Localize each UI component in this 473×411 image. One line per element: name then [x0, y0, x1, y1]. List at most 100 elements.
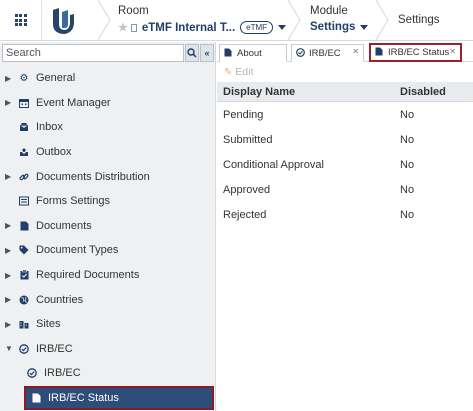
breadcrumb-separator — [288, 0, 301, 40]
sidebar-item-label: Inbox — [36, 121, 63, 134]
sidebar-item-label: IRB/EC Status — [48, 392, 119, 405]
cell-disabled: No — [400, 184, 415, 197]
collapse-sidebar-button[interactable]: « — [200, 44, 214, 62]
expand-arrow-icon[interactable]: ▶ — [5, 295, 15, 304]
module-value: Settings — [310, 21, 356, 33]
sidebar-item-irb-ec-child[interactable]: IRB/EC — [0, 361, 216, 386]
table-row[interactable]: Approved No — [217, 178, 473, 203]
module-selector[interactable]: Module Settings — [310, 5, 369, 33]
status-grid: Display Name Disabled Pending No Submitt… — [217, 82, 473, 228]
sidebar-search: « — [2, 44, 214, 62]
sidebar-item-required-documents[interactable]: ▶ Required Documents — [0, 263, 216, 288]
cell-disabled: No — [400, 209, 415, 222]
tab-label: IRB/EC — [309, 48, 341, 59]
sidebar-item-label: Forms Settings — [36, 195, 110, 208]
edit-label: Edit — [235, 66, 254, 78]
tab-irb-ec-status[interactable]: IRB/EC Status ✕ — [369, 43, 462, 62]
sidebar-item-label: General — [36, 72, 76, 85]
pencil-icon: ✎ — [224, 66, 233, 78]
app-menu-button[interactable] — [0, 0, 42, 40]
grid-header: Display Name Disabled — [217, 82, 473, 102]
cell-display-name: Conditional Approval — [223, 158, 324, 171]
expand-arrow-icon[interactable]: ▶ — [5, 74, 15, 83]
sidebar-item-event-manager[interactable]: ▶ Event Manager — [0, 91, 216, 116]
sidebar: « ▶ ⚙ General ▶ Event Manager Inbox — [0, 42, 216, 411]
search-icon — [187, 48, 197, 58]
table-row[interactable]: Pending No — [217, 102, 473, 127]
sidebar-item-irb-ec-status[interactable]: IRB/EC Status — [24, 385, 214, 411]
cell-disabled: No — [400, 158, 415, 171]
tab-label: IRB/EC Status — [388, 47, 450, 58]
document-icon — [18, 220, 30, 232]
table-row[interactable]: Rejected No — [217, 203, 473, 228]
double-chevron-left-icon: « — [204, 48, 210, 58]
tab-about[interactable]: About — [219, 44, 287, 62]
sidebar-item-outbox[interactable]: Outbox — [0, 140, 216, 165]
column-header-disabled[interactable]: Disabled — [395, 86, 473, 98]
sidebar-nav: ▶ ⚙ General ▶ Event Manager Inbox Outbox — [0, 66, 216, 411]
expand-arrow-icon[interactable]: ▶ — [5, 320, 15, 329]
document-icon — [224, 48, 234, 59]
sidebar-item-documents[interactable]: ▶ Documents — [0, 214, 216, 239]
cell-display-name: Submitted — [223, 133, 273, 146]
close-icon[interactable]: ✕ — [449, 47, 456, 56]
sidebar-item-label: Document Types — [36, 244, 119, 257]
page-crumb: Settings — [398, 14, 440, 26]
collapse-arrow-icon[interactable]: ▼ — [5, 344, 15, 353]
breadcrumb-separator — [98, 0, 111, 40]
document-icon — [30, 392, 42, 404]
circle-check-icon — [18, 343, 30, 355]
clipboard-icon — [18, 269, 30, 281]
link-icon — [18, 171, 30, 183]
expand-arrow-icon[interactable]: ▶ — [5, 98, 15, 107]
chevron-down-icon — [278, 25, 287, 30]
tab-label: About — [237, 48, 262, 59]
room-document-icon — [130, 23, 137, 32]
sidebar-item-inbox[interactable]: Inbox — [0, 115, 216, 140]
cell-disabled: No — [400, 108, 415, 121]
expand-arrow-icon[interactable]: ▶ — [5, 172, 15, 181]
table-row[interactable]: Conditional Approval No — [217, 152, 473, 177]
close-icon[interactable]: ✕ — [352, 47, 359, 56]
column-header-display-name[interactable]: Display Name — [217, 86, 395, 98]
room-selector[interactable]: Room ★ eTMF Internal T... eTMF — [118, 5, 287, 34]
search-button[interactable] — [185, 44, 199, 62]
sidebar-item-general[interactable]: ▶ ⚙ General — [0, 66, 216, 91]
sidebar-item-forms-settings[interactable]: Forms Settings — [0, 189, 216, 214]
circle-check-icon — [296, 48, 306, 59]
sidebar-item-label: Event Manager — [36, 96, 111, 109]
calendar-icon — [18, 97, 30, 109]
sidebar-item-documents-distribution[interactable]: ▶ Documents Distribution — [0, 164, 216, 189]
table-row[interactable]: Submitted No — [217, 127, 473, 152]
expand-arrow-icon[interactable]: ▶ — [5, 271, 15, 280]
app-logo — [53, 8, 74, 34]
inbox-icon — [18, 121, 30, 133]
sidebar-item-irb-ec[interactable]: ▼ IRB/EC — [0, 337, 216, 362]
expand-arrow-icon[interactable]: ▶ — [5, 221, 15, 230]
tab-irb-ec[interactable]: IRB/EC ✕ — [291, 44, 364, 62]
document-icon — [375, 47, 385, 58]
sidebar-item-sites[interactable]: ▶ Sites — [0, 312, 216, 337]
star-icon[interactable]: ★ — [118, 21, 128, 34]
expand-arrow-icon[interactable]: ▶ — [5, 246, 15, 255]
sidebar-item-label: Documents Distribution — [36, 170, 150, 183]
room-label: Room — [118, 5, 149, 17]
sidebar-item-label: Sites — [36, 318, 61, 331]
cell-display-name: Pending — [223, 108, 264, 121]
sidebar-item-label: Countries — [36, 293, 84, 306]
sidebar-item-label: Outbox — [36, 146, 72, 159]
room-badge: eTMF — [240, 21, 274, 34]
tag-icon — [18, 244, 30, 256]
room-value: eTMF Internal T... — [141, 21, 236, 34]
chevron-down-icon — [360, 24, 369, 30]
search-input[interactable] — [2, 44, 184, 62]
buildings-icon — [18, 318, 30, 330]
toolbar: ✎ Edit — [217, 63, 473, 82]
sidebar-item-label: Required Documents — [36, 269, 140, 282]
tab-bar: About IRB/EC ✕ IRB/EC Status ✕ — [217, 42, 473, 62]
top-bar: Room ★ eTMF Internal T... eTMF Module Se… — [0, 0, 473, 41]
edit-button[interactable]: ✎ Edit — [224, 66, 253, 78]
sidebar-item-countries[interactable]: ▶ Countries — [0, 287, 216, 312]
sidebar-item-document-types[interactable]: ▶ Document Types — [0, 238, 216, 263]
cell-display-name: Rejected — [223, 209, 267, 222]
